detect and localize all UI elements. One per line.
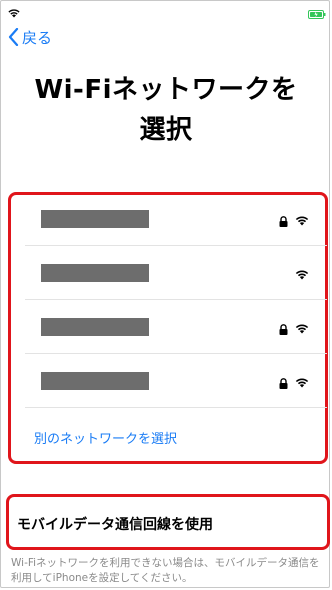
mobile-data-highlight: モバイルデータ通信回線を使用 bbox=[6, 494, 330, 550]
wifi-signal-icon bbox=[295, 211, 309, 230]
chevron-left-icon bbox=[8, 28, 19, 46]
wifi-icon bbox=[8, 3, 20, 22]
back-button[interactable]: 戻る bbox=[8, 27, 52, 47]
network-name-redacted bbox=[41, 318, 149, 336]
status-bar bbox=[0, 2, 332, 19]
battery-charging-icon bbox=[308, 4, 326, 19]
page-title-line-2: 選択 bbox=[139, 115, 193, 145]
network-row[interactable] bbox=[25, 300, 327, 354]
network-row[interactable] bbox=[25, 192, 327, 246]
network-name-redacted bbox=[41, 210, 149, 228]
page-title-line-1: Wi-Fiネットワークを bbox=[34, 75, 298, 105]
back-label: 戻る bbox=[22, 28, 53, 47]
network-row[interactable] bbox=[25, 246, 327, 300]
lock-icon bbox=[279, 374, 288, 393]
page-title: Wi-Fiネットワークを 選択 bbox=[0, 70, 332, 150]
network-name-redacted bbox=[41, 264, 149, 282]
use-mobile-data-button[interactable]: モバイルデータ通信回線を使用 bbox=[17, 514, 213, 534]
network-name-redacted bbox=[41, 372, 149, 390]
wifi-signal-icon bbox=[295, 373, 309, 392]
network-row[interactable] bbox=[25, 354, 327, 408]
footnote-text: Wi-Fiネットワークを利用できない場合は、モバイルデータ通信を利用してiPho… bbox=[11, 557, 320, 584]
wifi-signal-icon bbox=[295, 319, 309, 338]
wifi-signal-icon bbox=[295, 265, 309, 284]
choose-other-network-link[interactable]: 別のネットワークを選択 bbox=[34, 428, 177, 447]
lock-icon bbox=[279, 320, 288, 339]
lock-icon bbox=[279, 212, 288, 231]
